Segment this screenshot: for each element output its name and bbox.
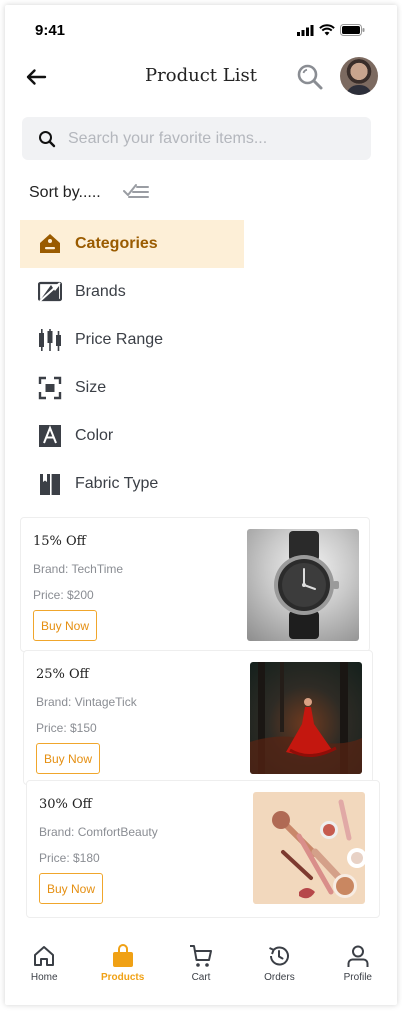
bottom-navigation: Home Products Cart Orders Profile [5,940,397,1000]
nav-label: Profile [343,972,372,983]
buy-now-button[interactable]: Buy Now [39,873,103,904]
filter-item-color[interactable]: Color [20,412,244,460]
color-icon [38,424,62,448]
battery-icon [340,24,365,36]
price-range-icon [38,328,62,352]
product-card[interactable]: 15% Off Brand: TechTime Price: $200 Buy … [20,517,370,652]
wifi-icon [319,24,335,36]
search-icon [297,64,323,90]
filter-label: Categories [75,235,158,252]
home-icon [32,940,56,968]
header-search-button[interactable] [295,62,325,92]
search-bar[interactable] [22,117,371,160]
product-price: Price: $180 [39,851,100,865]
history-icon [267,940,291,968]
nav-item-profile[interactable]: Profile [319,940,397,1000]
sort-button[interactable] [122,181,149,205]
product-price: Price: $200 [33,588,94,602]
nav-item-orders[interactable]: Orders [240,940,318,1000]
product-brand: Brand: TechTime [33,562,124,576]
cart-icon [189,940,213,968]
nav-label: Orders [264,972,295,983]
status-icons [297,24,365,36]
woman-in-red-dress-image [250,662,362,774]
product-discount: 15% Off [33,534,86,549]
magnifier-icon [39,130,56,147]
filter-item-price-range[interactable]: Price Range [20,316,244,364]
page-title: Product List [145,65,257,86]
product-brand: Brand: VintageTick [36,695,137,709]
fabric-icon [38,472,62,496]
nav-label: Home [30,972,58,983]
signal-icon [297,24,314,36]
product-image-dress[interactable] [250,662,362,774]
filter-label: Color [75,427,114,444]
app-screen: 9:41 Product List Search your favorite i… [5,5,397,1005]
search-input[interactable] [68,129,358,148]
filter-label: Fabric Type [75,475,159,492]
filter-list: Categories Brands Price Range Size Color… [20,220,244,508]
filter-label: Size [75,379,107,396]
nav-label: Products [100,972,145,983]
sort-row: Sort by..... [29,181,149,205]
shopping-bag-icon [112,940,134,968]
status-bar: 9:41 [35,19,365,41]
size-icon [38,376,62,400]
filter-label: Price Range [75,331,164,348]
product-brand: Brand: ComfortBeauty [39,825,158,839]
filter-label: Brands [75,283,126,300]
product-discount: 30% Off [39,797,92,812]
filter-item-categories[interactable]: Categories [20,220,244,268]
product-price: Price: $150 [36,721,97,735]
product-card[interactable]: 30% Off Brand: ComfortBeauty Price: $180… [26,780,380,918]
product-image-makeup[interactable] [253,792,365,904]
buy-now-button[interactable]: Buy Now [33,610,97,641]
nav-item-home[interactable]: Home [5,940,83,1000]
app-header: Product List [5,55,397,99]
avatar[interactable] [340,57,378,95]
profile-icon [346,940,370,968]
avatar-shirt [346,85,372,95]
nav-item-products[interactable]: Products [83,940,161,1000]
makeup-products-image [272,799,365,899]
wristwatch-image [274,531,339,639]
buy-now-button[interactable]: Buy Now [36,743,100,774]
product-discount: 25% Off [36,667,89,682]
filter-item-brands[interactable]: Brands [20,268,244,316]
status-time: 9:41 [35,21,66,39]
nav-item-cart[interactable]: Cart [162,940,240,1000]
product-card[interactable]: 25% Off Brand: VintageTick Price: $150 B… [23,650,373,785]
product-image-watch[interactable] [247,529,359,641]
brand-icon [38,280,62,304]
sort-label: Sort by..... [29,184,101,201]
filter-item-fabric-type[interactable]: Fabric Type [20,460,244,508]
nav-label: Cart [191,972,211,983]
tag-icon [38,232,62,256]
sort-list-icon [122,184,149,198]
filter-item-size[interactable]: Size [20,364,244,412]
